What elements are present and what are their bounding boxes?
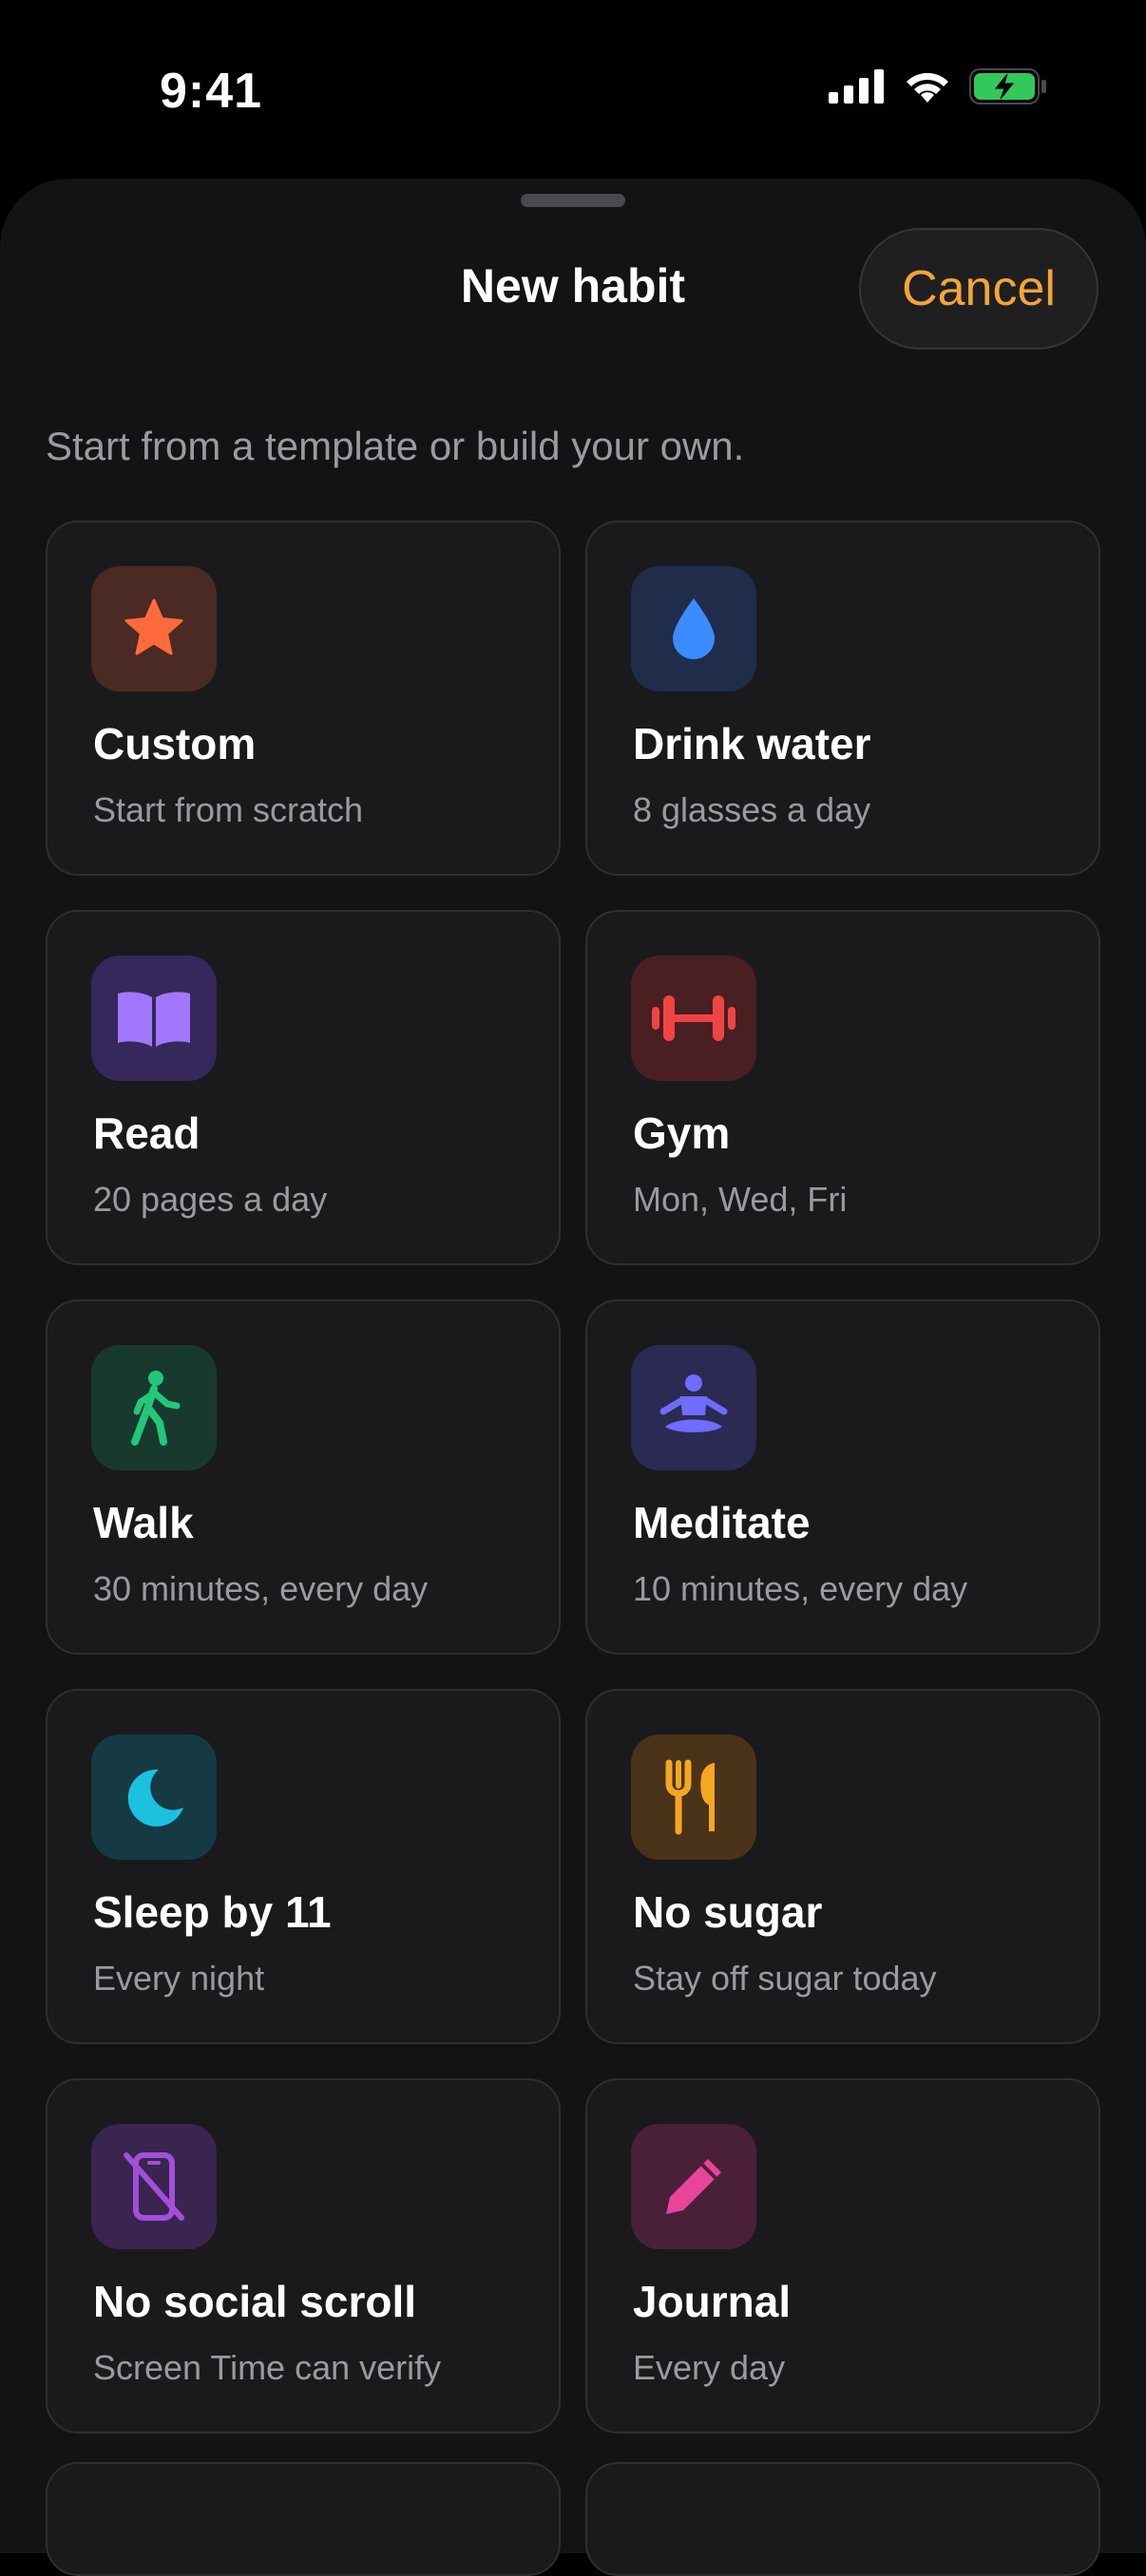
meditation-icon bbox=[631, 1345, 756, 1470]
template-card-journal[interactable]: Journal Every day bbox=[585, 2078, 1100, 2434]
status-bar: 9:41 bbox=[0, 0, 1146, 180]
star-icon bbox=[91, 566, 217, 691]
wifi-icon bbox=[903, 68, 952, 109]
phone-slash-icon bbox=[91, 2124, 217, 2249]
template-card-no-sugar[interactable]: No sugar Stay off sugar today bbox=[585, 1689, 1100, 2044]
template-subtitle: Every night bbox=[93, 1959, 265, 1998]
template-card-read[interactable]: Read 20 pages a day bbox=[46, 910, 561, 1265]
template-subtitle: 20 pages a day bbox=[93, 1180, 328, 1219]
template-subtitle: Stay off sugar today bbox=[633, 1959, 937, 1998]
pencil-icon bbox=[631, 2124, 756, 2249]
cellular-signal-icon bbox=[829, 69, 886, 108]
template-card-custom[interactable]: Custom Start from scratch bbox=[46, 521, 561, 876]
template-title: Journal bbox=[633, 2277, 792, 2326]
template-title: Walk bbox=[93, 1498, 194, 1547]
template-card-drink-water[interactable]: Drink water 8 glasses a day bbox=[585, 521, 1100, 876]
template-grid: Custom Start from scratch Drink water 8 … bbox=[46, 521, 1100, 2434]
template-card-partial-left[interactable] bbox=[46, 2462, 561, 2576]
template-card-walk[interactable]: Walk 30 minutes, every day bbox=[46, 1299, 561, 1655]
template-subtitle: 30 minutes, every day bbox=[93, 1569, 429, 1608]
template-subtitle: Start from scratch bbox=[93, 790, 364, 829]
template-subtitle: Screen Time can verify bbox=[93, 2348, 442, 2387]
template-title: No sugar bbox=[633, 1887, 823, 1937]
template-title: Meditate bbox=[633, 1498, 811, 1547]
template-title: Sleep by 11 bbox=[93, 1887, 332, 1937]
status-icons bbox=[829, 68, 1047, 109]
template-title: No social scroll bbox=[93, 2277, 417, 2326]
template-title: Custom bbox=[93, 719, 257, 768]
template-card-meditate[interactable]: Meditate 10 minutes, every day bbox=[585, 1299, 1100, 1655]
new-habit-sheet: New habit Cancel Start from a template o… bbox=[0, 179, 1146, 2553]
template-title: Drink water bbox=[633, 719, 871, 768]
template-title: Read bbox=[93, 1108, 201, 1158]
sheet-grabber[interactable] bbox=[521, 194, 625, 207]
dumbbell-icon bbox=[631, 956, 756, 1081]
template-card-no-social-scroll[interactable]: No social scroll Screen Time can verify bbox=[46, 2078, 561, 2434]
cancel-button[interactable]: Cancel bbox=[859, 228, 1098, 350]
template-subtitle: Mon, Wed, Fri bbox=[633, 1180, 848, 1219]
template-subtitle: 8 glasses a day bbox=[633, 790, 871, 829]
template-title: Gym bbox=[633, 1108, 731, 1158]
template-subtitle: Every day bbox=[633, 2348, 786, 2387]
walking-icon bbox=[91, 1345, 217, 1470]
water-drop-icon bbox=[631, 566, 756, 691]
sheet-subtitle: Start from a template or build your own. bbox=[46, 424, 745, 468]
template-card-partial-right[interactable] bbox=[585, 2462, 1100, 2576]
battery-charging-icon bbox=[969, 68, 1047, 109]
status-time: 9:41 bbox=[160, 64, 263, 119]
book-icon bbox=[91, 956, 217, 1081]
template-card-gym[interactable]: Gym Mon, Wed, Fri bbox=[585, 910, 1100, 1265]
template-subtitle: 10 minutes, every day bbox=[633, 1569, 968, 1608]
template-card-sleep[interactable]: Sleep by 11 Every night bbox=[46, 1689, 561, 2044]
fork-knife-icon bbox=[631, 1734, 756, 1860]
moon-icon bbox=[91, 1734, 217, 1860]
